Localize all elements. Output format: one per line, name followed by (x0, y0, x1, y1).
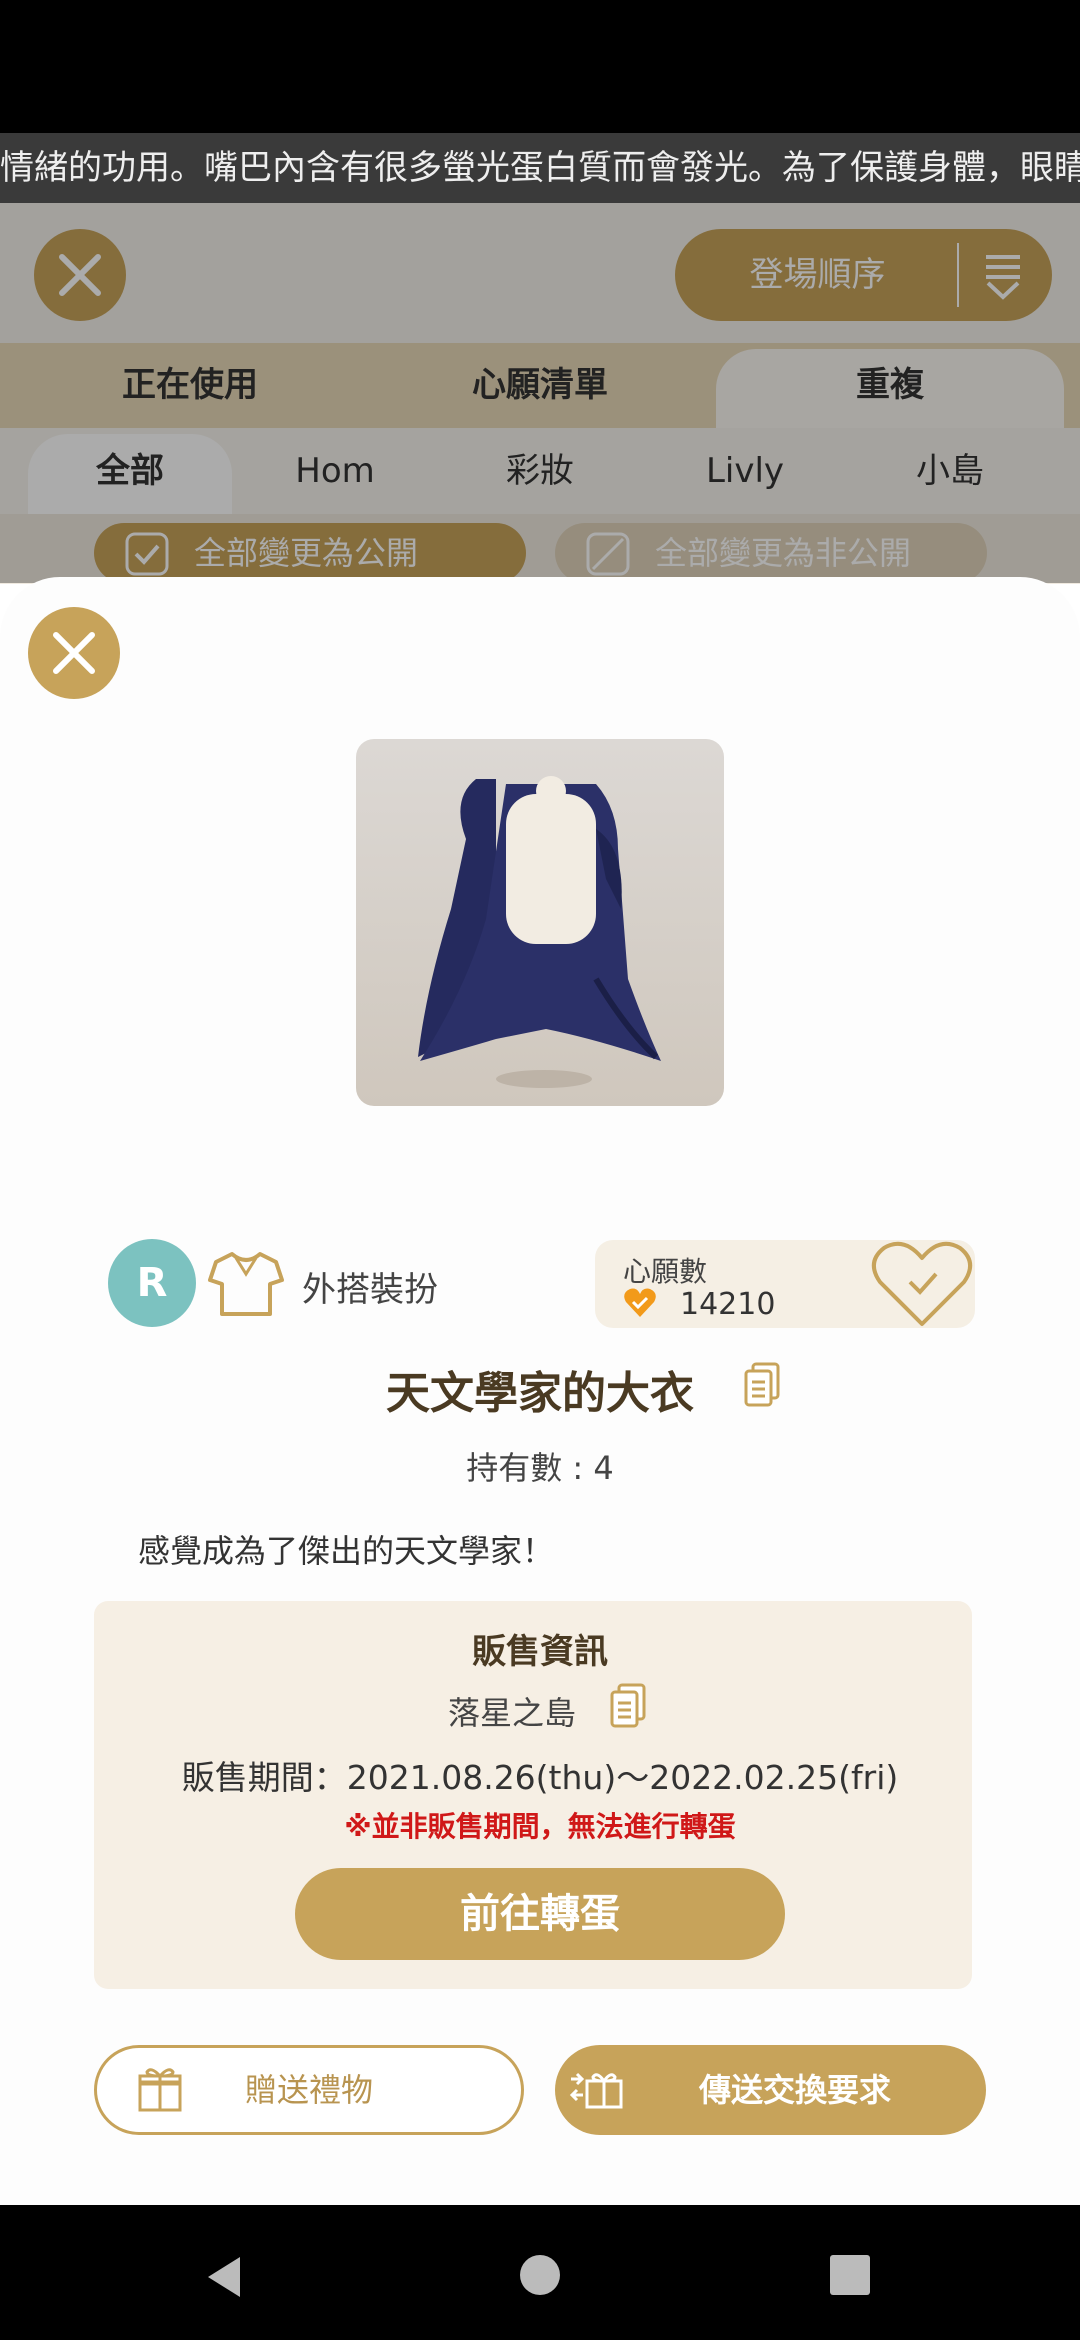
sale-period: 販售期間：2021.08.26(thu)〜2022.02.25(fri) (181, 1758, 899, 1797)
back-icon[interactable] (200, 2253, 248, 2301)
sale-info-title: 販售資訊 (472, 1632, 608, 1672)
copy-icon[interactable] (744, 1362, 780, 1408)
close-icon (53, 632, 95, 674)
send-trade-request-label: 傳送交換要求 (698, 2071, 891, 2109)
wishlist-heart-button[interactable] (870, 1238, 974, 1330)
owned-count: 持有數 : 4 (466, 1449, 614, 1487)
sale-place: 落星之島 (448, 1694, 577, 1732)
sale-warning: ※並非販售期間，無法進行轉蛋 (344, 1810, 736, 1843)
category-label: 外搭裝扮 (302, 1270, 438, 1310)
send-gift-label: 贈送禮物 (244, 2071, 373, 2109)
system-nav-bar (0, 2205, 1080, 2340)
wish-count: 14210 (680, 1287, 776, 1322)
heart-icon (624, 1288, 656, 1317)
recents-icon[interactable] (828, 2253, 872, 2297)
copy-icon[interactable] (610, 1683, 646, 1729)
item-image (356, 739, 724, 1106)
wish-label: 心願數 (623, 1255, 708, 1288)
item-name: 天文學家的大衣 (386, 1368, 694, 1419)
shirt-icon (208, 1252, 284, 1316)
go-to-gacha-button[interactable]: 前往轉蛋 (295, 1868, 785, 1960)
news-ticker: 情緒的功用。嘴巴內含有很多螢光蛋白質而會發光。為了保護身體，眼睛 (0, 133, 1080, 203)
coat-illustration (418, 776, 661, 1088)
item-description: 感覺成為了傑出的天文學家！ (138, 1532, 555, 1570)
send-trade-request-button[interactable]: 傳送交換要求 (555, 2045, 986, 2135)
ticker-text: 情緒的功用。嘴巴內含有很多螢光蛋白質而會發光。為了保護身體，眼睛 (0, 148, 1080, 188)
home-icon[interactable] (518, 2253, 562, 2297)
send-gift-button[interactable]: 贈送禮物 (94, 2045, 524, 2135)
rarity-badge: R (108, 1239, 196, 1327)
modal-close-button[interactable] (28, 607, 120, 699)
dim-overlay (0, 203, 1080, 583)
